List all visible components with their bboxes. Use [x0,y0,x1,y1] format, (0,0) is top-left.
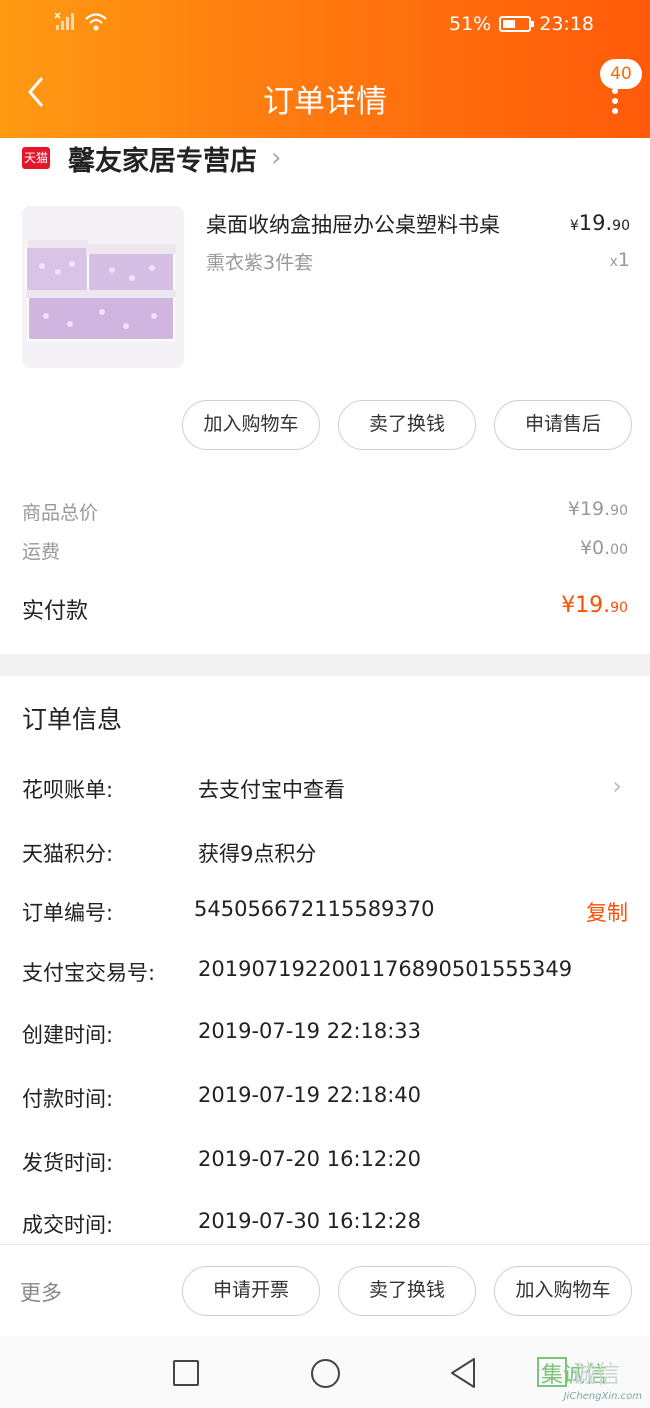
total-row: 实付款 ¥19.90 [22,593,628,625]
subtotal-dec: 90 [610,503,628,519]
storage-box-icon [25,240,176,341]
home-icon[interactable] [311,1359,340,1388]
watermark-mark: 集诚信 诚信 [537,1357,620,1388]
request-invoice-button[interactable]: 申请开票 [182,1266,320,1316]
info-value: 2019-07-30 16:12:28 [198,1209,422,1233]
order-number-row: 订单编号: 545056672115589370 复制 [22,897,628,929]
info-label: 天猫积分: [22,842,114,866]
watermark-logo: 集诚信 诚信 JiChengXin.com [534,1356,644,1402]
alipay-trade-row: 支付宝交易号: 2019071922001176890501555349 [22,957,628,989]
store-name: 馨友家居专营店 [68,145,257,177]
created-time-row: 创建时间: 2019-07-19 22:18:33 [22,1019,628,1051]
info-value: 2019-07-19 22:18:33 [198,1019,422,1043]
product-title[interactable]: 桌面收纳盒抽屉办公桌塑料书桌 [206,209,500,239]
total-dec: 90 [610,600,628,616]
order-info-title: 订单信息 [22,705,123,734]
qty-value: 1 [617,249,630,271]
resell-button-bottom[interactable]: 卖了换钱 [338,1266,476,1316]
shipping-dec: 00 [610,542,628,558]
item-actions: 加入购物车 卖了换钱 申请售后 [0,400,650,450]
total-label: 实付款 [22,599,89,624]
message-count-badge: 40 [600,59,642,89]
signal-icon [54,12,74,30]
info-label: 订单编号: [22,901,114,925]
shipping-row: 运费 ¥0.00 [22,537,628,564]
subtotal-value: ¥19.90 [568,498,628,525]
nav-bar: 订单详情 40 [0,50,650,138]
store-link[interactable]: 天猫 馨友家居专营店 › [22,140,282,177]
shipping-int: ¥0. [579,537,611,559]
chevron-right-icon: › [612,772,622,800]
status-icons-left [54,12,108,32]
section-divider [0,654,650,676]
info-value: 去支付宝中查看 [198,778,345,802]
total-value: ¥19.90 [561,593,628,625]
add-to-cart-button-bottom[interactable]: 加入购物车 [494,1266,632,1316]
chevron-right-icon: › [271,143,282,173]
subtotal-row: 商品总价 ¥19.90 [22,498,628,525]
header-bar: 51% 23:18 订单详情 40 [0,0,650,138]
info-label: 发货时间: [22,1151,114,1175]
qty-prefix: x [609,254,618,270]
shipping-value: ¥0.00 [580,537,628,564]
watermark-url: JiChengXin.com [563,1391,642,1402]
clock: 23:18 [539,13,594,35]
info-label: 创建时间: [22,1023,114,1047]
bottom-action-bar: 更多 申请开票 卖了换钱 加入购物车 [0,1244,650,1336]
battery-percent: 51% [449,13,492,35]
after-sales-button[interactable]: 申请售后 [494,400,632,450]
recent-apps-icon[interactable] [173,1360,199,1386]
system-back-icon[interactable] [448,1356,478,1390]
svg-text:诚信: 诚信 [572,1360,620,1388]
resell-button[interactable]: 卖了换钱 [338,400,476,450]
price-integer: 19. [578,211,613,235]
page-title: 订单详情 [263,84,387,120]
info-value: 2019-07-20 16:12:20 [198,1147,422,1171]
total-int: ¥19. [561,593,611,618]
points-row: 天猫积分: 获得9点积分 [22,838,628,870]
copy-button[interactable]: 复制 [586,897,628,927]
status-icons-right: 51% 23:18 [449,13,594,35]
subtotal-label: 商品总价 [22,502,99,524]
status-bar: 51% 23:18 [0,0,650,50]
wifi-icon [85,13,107,31]
product-sku: 熏衣紫3件套 [206,252,314,274]
add-to-cart-button[interactable]: 加入购物车 [182,400,320,450]
shipping-label: 运费 [22,541,61,563]
info-value: 2019-07-19 22:18:40 [198,1083,422,1107]
more-menu-button[interactable] [610,88,620,118]
completed-time-row: 成交时间: 2019-07-30 16:12:28 [22,1209,628,1241]
info-label: 支付宝交易号: [22,961,156,985]
huabei-bill-row[interactable]: 花呗账单: 去支付宝中查看 › [22,772,628,806]
info-label: 付款时间: [22,1087,114,1111]
product-quantity: x1 [610,249,630,271]
price-decimal: 90 [612,218,630,234]
more-button[interactable]: 更多 [20,1277,62,1307]
info-label: 成交时间: [22,1213,114,1237]
battery-icon [499,16,535,32]
shipped-time-row: 发货时间: 2019-07-20 16:12:20 [22,1147,628,1179]
tmall-icon: 天猫 [22,147,50,169]
paid-time-row: 付款时间: 2019-07-19 22:18:40 [22,1083,628,1115]
product-price: ¥19.90 [570,211,630,235]
info-label: 花呗账单: [22,778,114,802]
more-dot [612,108,618,114]
product-image[interactable] [22,206,184,368]
info-value: 获得9点积分 [198,842,317,866]
order-number: 545056672115589370 [194,897,435,921]
info-value: 2019071922001176890501555349 [198,957,573,981]
subtotal-int: ¥19. [567,498,611,520]
more-dot [612,98,618,104]
system-nav-bar: 集诚信 诚信 JiChengXin.com [0,1336,650,1408]
currency-symbol: ¥ [569,218,579,234]
